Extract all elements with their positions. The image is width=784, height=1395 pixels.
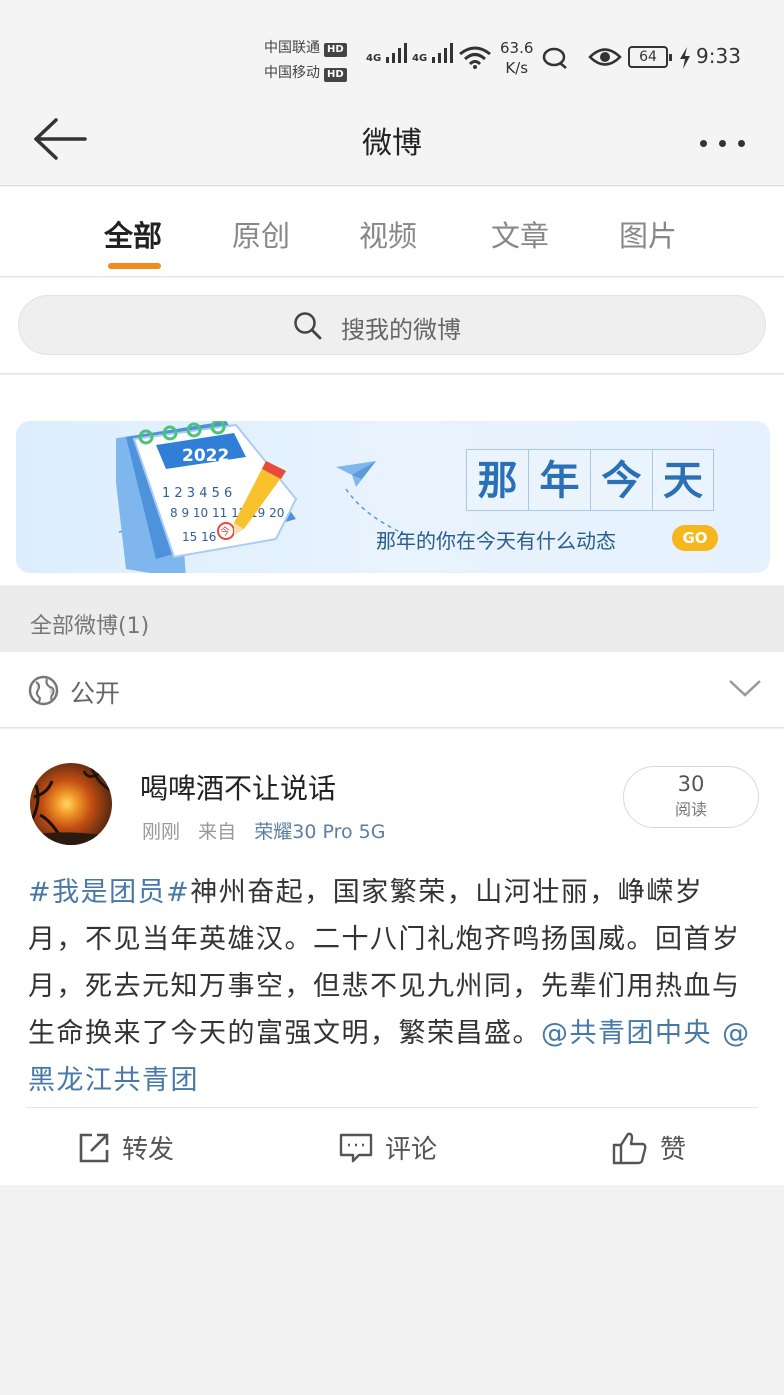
read-count-badge: 30 阅读 [623, 766, 759, 828]
eye-icon [588, 48, 622, 66]
carrier-info: 中国联通 HD 中国移动 HD [264, 36, 347, 86]
banner-title-char: 那 [466, 449, 528, 511]
hd-badge-2: HD [324, 68, 347, 82]
search-section: 搜我的微博 [0, 278, 784, 374]
banner-section: 2022 1 2 3 4 5 6 8 9 10 11 12 15 16 今 19… [0, 375, 784, 585]
on-this-day-banner[interactable]: 2022 1 2 3 4 5 6 8 9 10 11 12 15 16 今 19… [16, 421, 770, 573]
weibo-post[interactable]: 喝啤酒不让说话 刚刚 来自 荣耀30 Pro 5G 30 阅读 #我是团员#神州… [0, 729, 784, 1185]
tab-all[interactable]: 全部 [104, 213, 162, 255]
post-source: 荣耀30 Pro 5G [254, 821, 386, 843]
visibility-filter[interactable]: 公开 [0, 652, 784, 728]
hd-badge-1: HD [324, 43, 347, 57]
all-posts-count: 全部微博(1) [30, 614, 150, 639]
top-nav-bar: 微博 [0, 96, 784, 186]
speed-unit: K/s [505, 59, 529, 77]
chat-bubble-icon [542, 47, 567, 69]
tab-article[interactable]: 文章 [491, 213, 549, 255]
visibility-label: 公开 [70, 679, 121, 708]
wifi-icon [459, 46, 491, 69]
search-input[interactable]: 搜我的微博 [18, 295, 766, 355]
hashtag-link[interactable]: #我是团员# [28, 877, 190, 908]
search-placeholder: 搜我的微博 [341, 316, 461, 344]
network-type-2: 4G [412, 53, 428, 64]
share-icon [79, 1133, 109, 1162]
carrier-1: 中国联通 [264, 40, 320, 56]
calendar-row-2: 8 9 10 11 12 [170, 506, 246, 520]
post-meta: 刚刚 来自 荣耀30 Pro 5G [142, 817, 386, 844]
banner-subtitle: 那年的你在今天有什么动态 [376, 529, 616, 553]
tab-video[interactable]: 视频 [359, 213, 417, 255]
battery-level: 64 [639, 49, 657, 65]
avatar[interactable] [30, 763, 112, 845]
read-count: 30 [677, 772, 705, 796]
chevron-down-icon[interactable] [728, 678, 762, 698]
charging-icon [680, 47, 690, 69]
go-button[interactable]: GO [672, 525, 718, 551]
signal-icon-2: 4G [412, 42, 455, 64]
tab-original[interactable]: 原创 [232, 213, 290, 255]
status-bar: 中国联通 HD 中国移动 HD 4G 4G 63.6 K/s 64 9:33 [0, 0, 784, 96]
more-options-icon[interactable] [700, 132, 754, 147]
calendar-row-1: 1 2 3 4 5 6 [162, 486, 232, 501]
search-icon [294, 312, 322, 340]
signal-icon-1: 4G [366, 42, 409, 64]
post-from-label: 来自 [198, 821, 237, 843]
like-label: 赞 [660, 1135, 687, 1165]
comment-button[interactable]: 评论 [339, 1129, 437, 1169]
banner-title-char: 今 [590, 449, 652, 511]
thumbs-up-icon [612, 1132, 647, 1164]
filter-tabs: 全部 原创 视频 文章 图片 [0, 187, 784, 277]
section-header: 全部微博(1) [0, 586, 784, 652]
network-type-1: 4G [366, 53, 382, 64]
banner-title-char: 年 [528, 449, 590, 511]
comment-icon [339, 1133, 373, 1162]
read-label: 阅读 [674, 800, 707, 819]
comment-label: 评论 [385, 1135, 438, 1165]
active-tab-indicator [108, 263, 161, 269]
banner-title: 那 年 今 天 [466, 449, 714, 511]
post-text: #我是团员#神州奋起，国家繁荣，山河壮丽，峥嵘岁月，不见当年英雄汉。二十八门礼炮… [28, 869, 758, 1104]
net-speed: 63.6 K/s [500, 38, 533, 78]
post-time: 刚刚 [142, 821, 181, 843]
repost-label: 转发 [122, 1135, 175, 1165]
calendar-year: 2022 [182, 446, 229, 466]
mention-link[interactable]: @共青团中央 [541, 1018, 712, 1049]
page-title: 微博 [362, 126, 422, 161]
calendar-today-mark: 今 [220, 525, 230, 538]
repost-button[interactable]: 转发 [78, 1129, 174, 1169]
banner-title-char: 天 [652, 449, 714, 511]
divider [26, 1107, 758, 1108]
tab-picture[interactable]: 图片 [619, 213, 677, 255]
author-name[interactable]: 喝啤酒不让说话 [140, 767, 336, 807]
globe-icon [28, 675, 59, 706]
calendar-row-3: 15 16 [182, 530, 216, 544]
speed-value: 63.6 [500, 39, 534, 57]
carrier-2: 中国移动 [264, 65, 320, 81]
clock: 9:33 [696, 44, 741, 68]
like-button[interactable]: 赞 [612, 1129, 686, 1169]
calendar-illustration: 2022 1 2 3 4 5 6 8 9 10 11 12 15 16 今 19… [116, 421, 406, 573]
battery-icon: 64 [628, 46, 672, 68]
